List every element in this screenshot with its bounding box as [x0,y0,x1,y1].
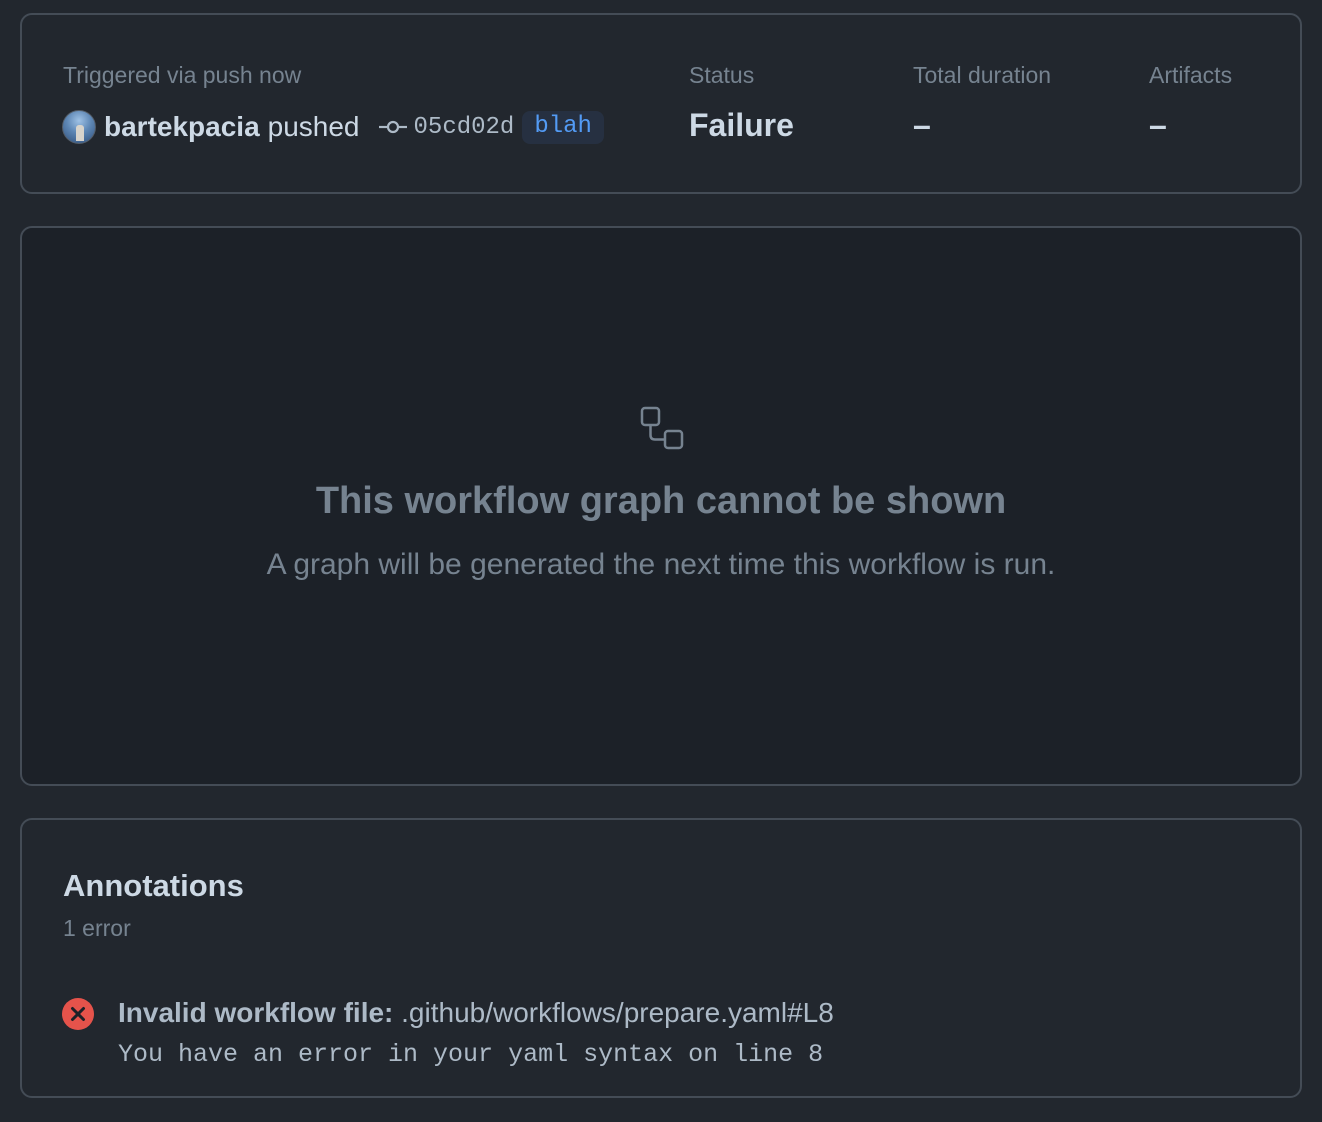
status-section: Status Failure [689,62,794,144]
duration-section: Total duration – [913,62,1051,144]
run-summary-card: Triggered via push now bartekpacia pushe… [20,13,1302,194]
workflow-graph-card: This workflow graph cannot be shown A gr… [20,226,1302,786]
workflow-icon [640,406,686,452]
duration-label: Total duration [913,62,1052,88]
annotation-label: Invalid workflow file: [118,997,394,1028]
annotations-title: Annotations [63,868,244,903]
push-action-text: pushed [267,111,360,142]
x-circle-fill-icon [62,998,94,1030]
graph-unavailable-title: This workflow graph cannot be shown [315,480,1007,522]
annotation-file-link[interactable]: .github/workflows/prepare.yaml#L8 [393,997,834,1028]
annotation-heading: Invalid workflow file: .github/workflows… [118,997,834,1029]
git-commit-icon [378,117,408,137]
annotations-count: 1 error [63,915,131,941]
annotation-message: You have an error in your yaml syntax on… [118,1040,824,1069]
artifacts-section: Artifacts – [1149,62,1232,144]
trigger-row: bartekpacia pushed 05cd02d blah [62,109,604,145]
status-value: Failure [689,107,794,143]
duration-value: – [913,107,931,143]
trigger-label: Triggered via push now [63,62,302,88]
artifacts-value: – [1149,107,1167,143]
graph-unavailable-subtitle: A graph will be generated the next time … [266,548,1056,581]
annotations-card: Annotations 1 error Invalid workflow fil… [20,818,1302,1098]
branch-badge[interactable]: blah [522,110,604,144]
status-label: Status [689,62,755,88]
avatar[interactable] [62,110,96,144]
actor-link[interactable]: bartekpacia [104,111,260,143]
commit-sha-link[interactable]: 05cd02d [414,114,515,141]
artifacts-label: Artifacts [1149,62,1233,88]
